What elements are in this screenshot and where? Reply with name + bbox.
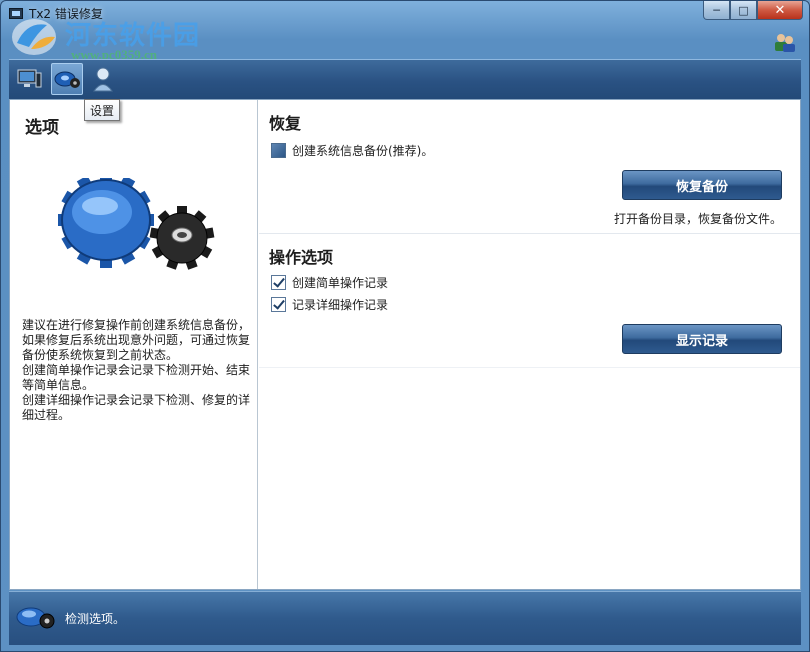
minimize-icon: ─ [713,3,720,17]
show-log-button[interactable]: 显示记录 [622,324,782,354]
backup-checkbox-row[interactable]: 创建系统信息备份(推荐)。 [271,142,433,159]
restore-section-title: 恢复 [269,114,302,133]
user-icon [93,67,113,92]
main-content: 选项 建议在进行修复操作前创建系统信息备份，如果修复后系统出现意外问题，可通过恢… [9,99,801,590]
toolbar-detect-button[interactable] [13,63,45,95]
detail-log-row[interactable]: 记录详细操作记录 [271,296,388,313]
monitor-icon [17,69,42,88]
status-bar: 检测选项。 [9,591,801,645]
operation-options-section: 操作选项 创建简单操作记录 记录详细操作记录 显示记录 [259,234,800,368]
toolbar [9,59,801,99]
left-pane-title: 选项 [25,118,59,138]
right-pane: 恢复 创建系统信息备份(推荐)。 恢复备份 打开备份目录，恢复备份文件。 操作选… [259,100,800,589]
window-controls: ─ □ ✕ [703,1,803,20]
tooltip: 设置 [84,99,120,121]
toolbar-user-button[interactable] [87,63,119,95]
status-gear-icon [16,607,55,629]
maximize-button[interactable]: □ [730,1,757,20]
operation-options-title: 操作选项 [269,248,334,267]
close-button[interactable]: ✕ [757,1,803,20]
watermark-logo-icon [12,19,56,55]
status-text: 检测选项。 [65,612,126,626]
app-window: Tx2 错误修复 ─ □ ✕ 河东软件园 www.pc0359.cn 设置 选项… [0,0,810,652]
backup-checkbox[interactable] [271,143,286,158]
detail-log-label: 记录详细操作记录 [292,298,389,312]
simple-log-label: 创建简单操作记录 [292,276,389,290]
gear-icon [54,71,80,88]
toolbar-settings-button[interactable] [51,63,83,95]
left-pane-description: 建议在进行修复操作前创建系统信息备份，如果修复后系统出现意外问题，可通过恢复备份… [22,318,251,422]
maximize-icon: □ [738,3,749,17]
gears-illustration-icon [58,178,215,270]
close-icon: ✕ [774,2,786,18]
minimize-button[interactable]: ─ [703,1,730,20]
restore-backup-button[interactable]: 恢复备份 [622,170,782,200]
users-icon[interactable] [773,31,797,53]
simple-log-checkbox[interactable] [271,275,286,290]
detail-log-checkbox[interactable] [271,297,286,312]
restore-section: 恢复 创建系统信息备份(推荐)。 恢复备份 打开备份目录，恢复备份文件。 [259,100,800,234]
backup-checkbox-label: 创建系统信息备份(推荐)。 [292,144,434,158]
simple-log-row[interactable]: 创建简单操作记录 [271,274,388,291]
restore-hint: 打开备份目录，恢复备份文件。 [613,212,782,226]
left-pane: 选项 建议在进行修复操作前创建系统信息备份，如果修复后系统出现意外问题，可通过恢… [10,100,258,589]
